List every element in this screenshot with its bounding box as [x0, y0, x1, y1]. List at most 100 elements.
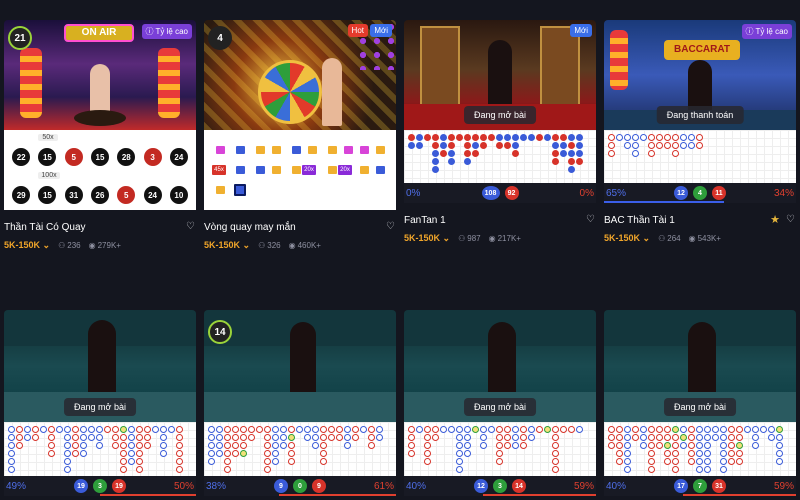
- heart-icon[interactable]: ♡: [386, 222, 396, 232]
- roadmap-dot: [408, 142, 415, 149]
- game-card[interactable]: 14 38% 9 0 9 61%: [204, 310, 396, 496]
- roadmap-dot: [728, 426, 735, 433]
- game-title[interactable]: Thần Tài Có Quay: [4, 222, 86, 233]
- roadmap-dot: [432, 150, 439, 157]
- roadmap-dot: [704, 466, 711, 473]
- heart-icon[interactable]: ♡: [586, 215, 596, 225]
- roadmap-dot: [136, 426, 143, 433]
- game-thumbnail[interactable]: Đang mở bài: [4, 310, 196, 422]
- game-thumbnail[interactable]: 4 Hot Mới: [204, 20, 396, 130]
- game-title[interactable]: Vòng quay may mắn: [204, 222, 296, 233]
- result-number: 10: [169, 186, 188, 204]
- history-chip: [272, 166, 281, 174]
- game-thumbnail[interactable]: Đang mở bài: [404, 310, 596, 422]
- game-title[interactable]: FanTan 1: [404, 215, 446, 226]
- roadmap-dot: [576, 142, 583, 149]
- players-count: ⚇ 987: [458, 234, 481, 243]
- roadmap-dot: [736, 426, 743, 433]
- banker-progress: [483, 494, 596, 496]
- roadmap-dot: [448, 426, 455, 433]
- heart-icon[interactable]: ♡: [186, 222, 196, 232]
- game-card[interactable]: BACCARAT ⓘ Tỷ lệ cao Đang thanh toán 65% …: [604, 20, 796, 244]
- roadmap-dot: [624, 134, 631, 141]
- roadmap-dot: [368, 442, 375, 449]
- bet-range: 5K-150K: [204, 240, 241, 250]
- roadmap-dot: [752, 434, 759, 441]
- roadmap-dot: [504, 442, 511, 449]
- roadmap-dot: [144, 434, 151, 441]
- roadmap-dot: [456, 450, 463, 457]
- history-chip: [376, 166, 385, 174]
- history-chip: [256, 146, 265, 154]
- roadmap-dot: [648, 150, 655, 157]
- roadmap-dot: [48, 426, 55, 433]
- roadmap-dot: [8, 442, 15, 449]
- game-card[interactable]: Đang mở bài 40% 17 7 31 59%: [604, 310, 796, 496]
- roadmap-dot: [248, 434, 255, 441]
- banker-count-badge: 31: [712, 479, 726, 493]
- roadmap-dot: [336, 434, 343, 441]
- roadmap-dot: [464, 434, 471, 441]
- game-thumbnail[interactable]: 14: [204, 310, 396, 422]
- roadmap-dot: [288, 450, 295, 457]
- roadmap-dot: [512, 142, 519, 149]
- tie-count-badge: 0: [293, 479, 307, 493]
- result-number: 29: [12, 186, 31, 204]
- roadmap-dot: [768, 434, 775, 441]
- round-status: Đang mở bài: [464, 106, 536, 124]
- user-icon: ⚇: [658, 234, 666, 243]
- wheel-history-board: 45x 20x 20x: [204, 130, 396, 210]
- roadmap-dot: [264, 442, 271, 449]
- history-chip: [216, 146, 225, 154]
- left-percent: 0%: [406, 187, 421, 199]
- game-card[interactable]: Đang mở bài 40% 12 3 14 59%: [404, 310, 596, 496]
- roadmap-dot: [352, 426, 359, 433]
- user-icon: ⚇: [458, 234, 466, 243]
- roadmap-dot: [136, 466, 143, 473]
- game-thumbnail[interactable]: Mới Đang mở bài: [404, 20, 596, 130]
- roadmap-dot: [576, 134, 583, 141]
- roadmap-dot: [456, 134, 463, 141]
- player-percent: 40%: [406, 480, 427, 492]
- views-value: 279K+: [97, 241, 121, 250]
- lucky-baccarat-sign: BACCARAT: [664, 40, 740, 60]
- roadmap-dot: [328, 426, 335, 433]
- roadmap-dot: [232, 450, 239, 457]
- roadmap-dot: [312, 426, 319, 433]
- roadmap-dot: [344, 434, 351, 441]
- roadmap-dot: [240, 434, 247, 441]
- roadmap-dot: [80, 426, 87, 433]
- bet-range-dropdown[interactable]: 5K-150K ⌄: [404, 233, 450, 244]
- heart-icon[interactable]: ♡: [786, 215, 796, 225]
- game-thumbnail[interactable]: Đang mở bài: [604, 310, 796, 422]
- game-card[interactable]: ON AIR 21 ⓘ Tỷ lệ cao 50x 100x 22 15 5 15…: [4, 20, 196, 251]
- roadmap-dot: [680, 426, 687, 433]
- game-title[interactable]: BAC Thần Tài 1: [604, 215, 675, 226]
- right-percent: 0%: [579, 187, 594, 199]
- game-card[interactable]: Đang mở bài 49% 19 3 19 50%: [4, 310, 196, 496]
- bet-range-dropdown[interactable]: 5K-150K ⌄: [204, 240, 250, 251]
- lantern-decor: [20, 48, 42, 118]
- roadmap-dot: [304, 434, 311, 441]
- roadmap-dot: [496, 450, 503, 457]
- views-value: 217K+: [497, 234, 521, 243]
- game-card[interactable]: Mới Đang mở bài 0% 108 92 0% FanTan 1 ♡ …: [404, 20, 596, 244]
- roadmap-dot: [408, 442, 415, 449]
- bet-range-dropdown[interactable]: 5K-150K ⌄: [4, 240, 50, 251]
- roadmap-dot: [320, 434, 327, 441]
- new-badge: Mới: [570, 24, 592, 37]
- roadmap-dot: [8, 458, 15, 465]
- game-thumbnail[interactable]: BACCARAT ⓘ Tỷ lệ cao Đang thanh toán: [604, 20, 796, 130]
- game-thumbnail[interactable]: ON AIR 21 ⓘ Tỷ lệ cao: [4, 20, 196, 130]
- roadmap-dot: [696, 458, 703, 465]
- roadmap-dot: [768, 426, 775, 433]
- game-card[interactable]: 4 Hot Mới 45x 20x 20x Vòng quay may mắn …: [204, 20, 396, 251]
- roadmap-dot: [672, 434, 679, 441]
- star-icon[interactable]: ★: [770, 215, 780, 226]
- bet-range-dropdown[interactable]: 5K-150K ⌄: [604, 233, 650, 244]
- roadmap-dot: [472, 134, 479, 141]
- roadmap-dot: [552, 458, 559, 465]
- roadmap-dot: [672, 466, 679, 473]
- roadmap-dot: [552, 442, 559, 449]
- roadmap-dot: [32, 426, 39, 433]
